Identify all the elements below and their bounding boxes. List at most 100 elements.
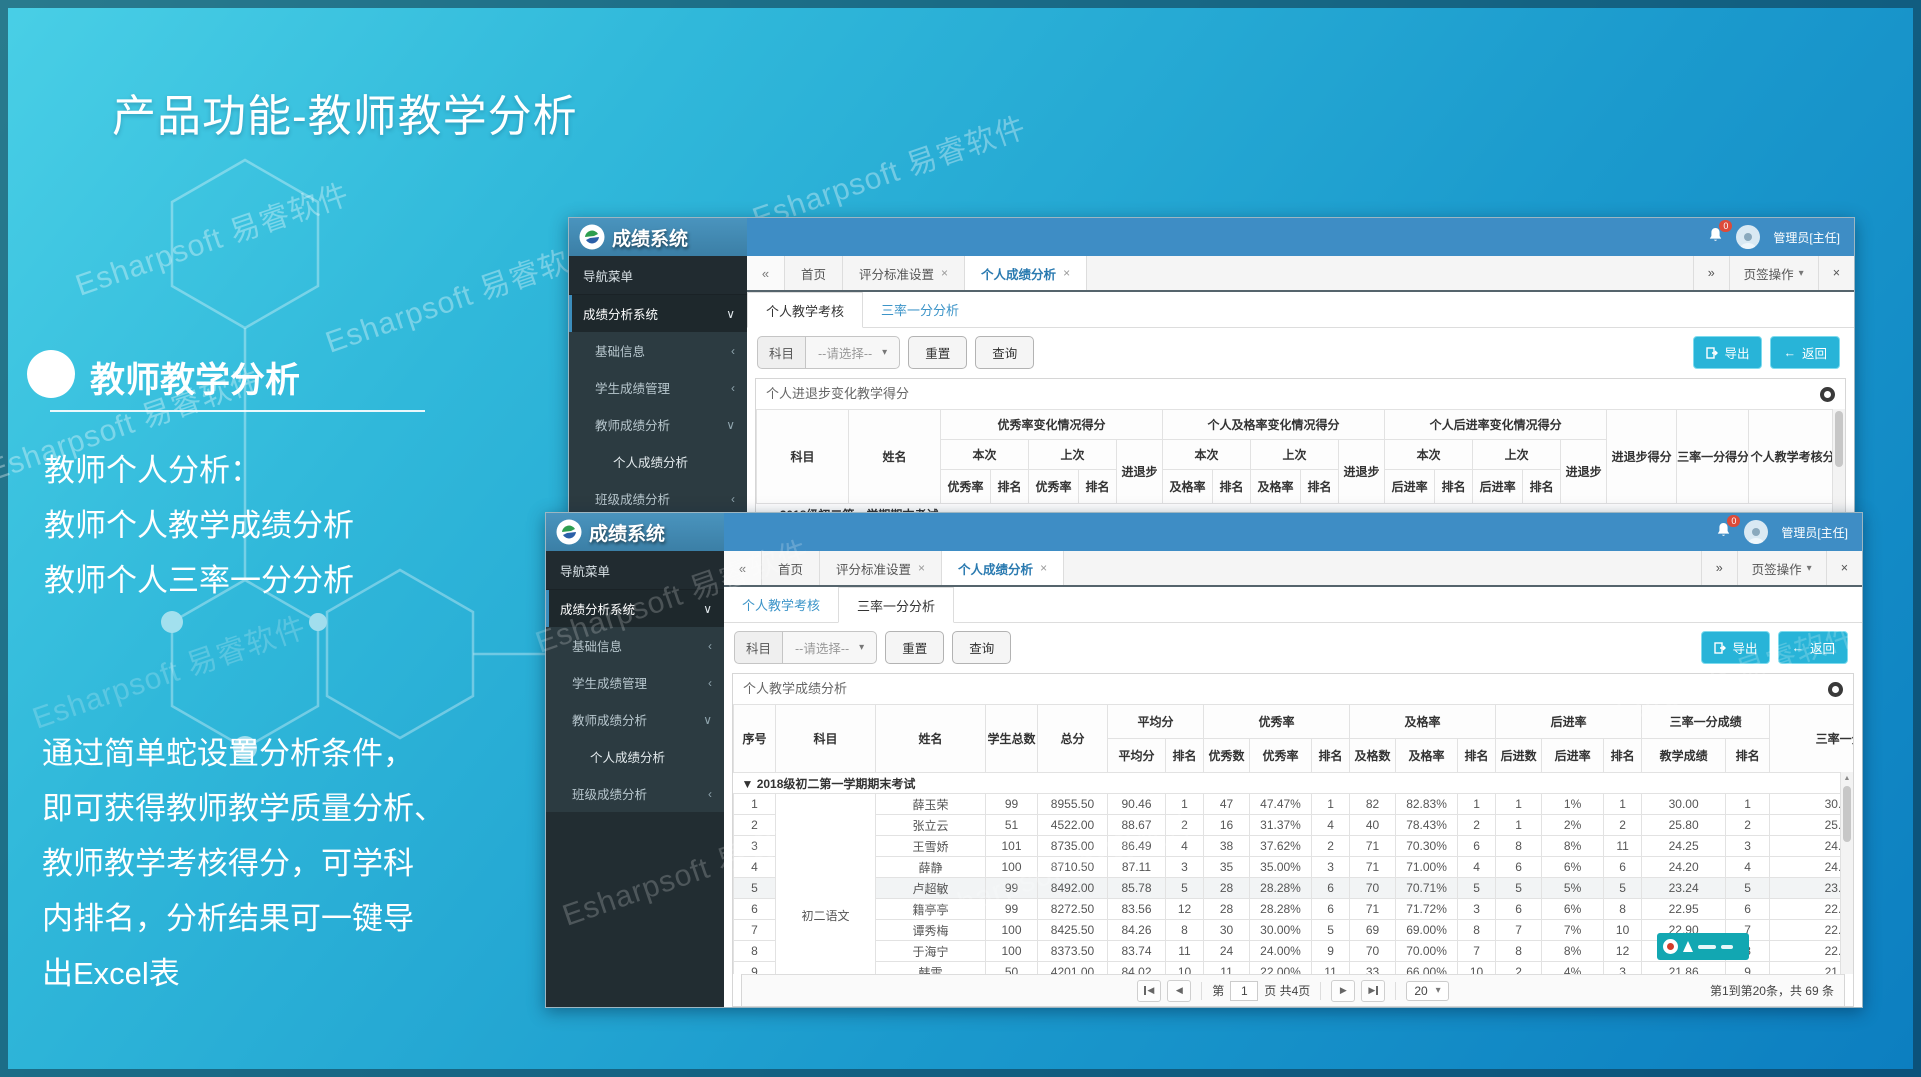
- sidebar-item[interactable]: 班级成绩分析‹: [569, 480, 747, 515]
- gear-icon[interactable]: [1828, 682, 1843, 697]
- tab-personal-score-analysis[interactable]: 个人成绩分析×: [942, 551, 1064, 585]
- export-label: 导出: [1732, 638, 1757, 657]
- table-row[interactable]: 3王雪娇1018735.0086.4943837.62%27170.30%688…: [734, 836, 1854, 857]
- fullscreen-icon[interactable]: ×: [1818, 256, 1854, 290]
- tab-label: 首页: [801, 264, 826, 283]
- table-cell: 85.78: [1108, 878, 1166, 899]
- tabs-scroll-left-icon[interactable]: «: [724, 551, 762, 585]
- user-name[interactable]: 管理员[主任]: [1773, 229, 1840, 246]
- chevron-down-icon: ∨: [726, 418, 735, 432]
- table-cell: 28.28%: [1250, 878, 1312, 899]
- table-cell: 1: [1496, 794, 1542, 815]
- sidebar-item[interactable]: 班级成绩分析‹: [546, 775, 724, 812]
- tab-personal-score-analysis[interactable]: 个人成绩分析×: [965, 256, 1087, 290]
- back-arrow-icon: ←: [1791, 641, 1804, 655]
- subject-select[interactable]: --请选择--▾: [782, 631, 877, 664]
- exam-group-row[interactable]: ▼ 2018级初二第一学期期末考试: [734, 773, 1854, 794]
- sidebar-item[interactable]: 基础信息‹: [569, 332, 747, 369]
- prev-page-button[interactable]: ◀: [1167, 980, 1191, 1002]
- table-cell: 37.62%: [1250, 836, 1312, 857]
- table-cell: 70.30%: [1396, 836, 1458, 857]
- sidebar-item[interactable]: 个人成绩分析: [569, 443, 747, 480]
- col-rank: 排名: [1312, 739, 1350, 773]
- gear-icon[interactable]: [1820, 387, 1835, 402]
- table-row[interactable]: 4薛静1008710.5087.1133535.00%37171.00%466%…: [734, 857, 1854, 878]
- panel-title: 个人进退步变化教学得分: [756, 379, 1845, 409]
- sidebar-item[interactable]: 教师成绩分析∨: [546, 701, 724, 738]
- last-page-button[interactable]: ▶: [1361, 980, 1385, 1002]
- close-icon[interactable]: ×: [1063, 266, 1070, 280]
- watermark-logo-badge: [1657, 933, 1749, 960]
- col-previous: 上次: [1251, 440, 1339, 470]
- navbar: 成绩系统 0 管理员[主任]: [546, 513, 1862, 551]
- reset-button[interactable]: 重置: [908, 336, 967, 369]
- toolbar-right: 导出 ←返回: [1701, 631, 1852, 664]
- subtab-personal-assessment[interactable]: 个人教学考核: [747, 292, 863, 328]
- tab-home[interactable]: 首页: [762, 551, 820, 585]
- tabs-scroll-right-icon[interactable]: »: [1701, 551, 1737, 585]
- table-cell: 1: [1726, 794, 1770, 815]
- close-icon[interactable]: ×: [918, 561, 925, 575]
- tab-operations-dropdown[interactable]: 页签操作▾: [1729, 256, 1818, 290]
- table-row[interactable]: 5卢超敏998492.0085.7852828.28%67070.71%555%…: [734, 878, 1854, 899]
- export-button[interactable]: 导出: [1701, 631, 1770, 664]
- sidebar-item[interactable]: 教师成绩分析∨: [569, 406, 747, 443]
- sidebar-item[interactable]: 成绩分析系统∨: [546, 590, 724, 627]
- subtab-three-rate-analysis[interactable]: 三率一分分析: [838, 587, 954, 623]
- sidebar-item[interactable]: 基础信息‹: [546, 627, 724, 664]
- app-logo[interactable]: 成绩系统: [569, 218, 747, 256]
- user-name[interactable]: 管理员[主任]: [1781, 524, 1848, 541]
- table-row[interactable]: 1初二语文薛玉荣998955.5090.4614747.47%18282.83%…: [734, 794, 1854, 815]
- app-logo[interactable]: 成绩系统: [546, 513, 724, 551]
- avatar[interactable]: [1744, 520, 1768, 544]
- sidebar-item[interactable]: 学生成绩管理‹: [546, 664, 724, 701]
- table-row[interactable]: 9韩雪504201.0084.02101122.00%113366.00%102…: [734, 962, 1854, 975]
- tab-scoring-standard[interactable]: 评分标准设置×: [820, 551, 942, 585]
- fullscreen-icon[interactable]: ×: [1826, 551, 1862, 585]
- tab-strip-right: » 页签操作▾ ×: [1693, 256, 1854, 290]
- watermark-text: Esharpsoft 易睿软件: [26, 603, 311, 738]
- table-row[interactable]: 6籍亭亭998272.5083.56122828.28%67171.72%366…: [734, 899, 1854, 920]
- table-cell: 3: [1726, 836, 1770, 857]
- next-page-button[interactable]: ▶: [1331, 980, 1355, 1002]
- tab-operations-dropdown[interactable]: 页签操作▾: [1737, 551, 1826, 585]
- export-button[interactable]: 导出: [1693, 336, 1762, 369]
- tabs-scroll-right-icon[interactable]: »: [1693, 256, 1729, 290]
- close-icon[interactable]: ×: [941, 266, 948, 280]
- notifications-button[interactable]: 0: [1716, 522, 1731, 543]
- close-icon[interactable]: ×: [1040, 561, 1047, 575]
- reset-button[interactable]: 重置: [885, 631, 944, 664]
- vertical-scrollbar[interactable]: ▲: [1840, 772, 1853, 974]
- col-excellent-count: 优秀数: [1204, 739, 1250, 773]
- back-button[interactable]: ←返回: [1770, 336, 1840, 369]
- col-rank: 排名: [1435, 470, 1473, 504]
- table-cell: 8%: [1542, 941, 1604, 962]
- page-label: 第: [1212, 982, 1224, 999]
- subtab-personal-assessment[interactable]: 个人教学考核: [724, 587, 838, 622]
- subject-select[interactable]: --请选择--▾: [805, 336, 900, 369]
- tab-scoring-standard[interactable]: 评分标准设置×: [843, 256, 965, 290]
- sidebar-item[interactable]: 成绩分析系统∨: [569, 295, 747, 332]
- query-button[interactable]: 查询: [952, 631, 1011, 664]
- tabs-scroll-left-icon[interactable]: «: [747, 256, 785, 290]
- page-number-input[interactable]: [1230, 981, 1258, 1001]
- scroll-up-icon[interactable]: ▲: [1841, 772, 1853, 785]
- table-row[interactable]: 2张立云514522.0088.6721631.37%44078.43%212%…: [734, 815, 1854, 836]
- table-cell: 8955.50: [1038, 794, 1108, 815]
- sidebar-item-label: 个人成绩分析: [613, 452, 735, 471]
- query-button[interactable]: 查询: [975, 336, 1034, 369]
- col-behind-rate: 后进率: [1542, 739, 1604, 773]
- col-rate: 及格率: [1251, 470, 1301, 504]
- avatar[interactable]: [1736, 225, 1760, 249]
- table-cell: 24: [1204, 941, 1250, 962]
- first-page-button[interactable]: ◀: [1137, 980, 1161, 1002]
- sidebar-item[interactable]: 学生成绩管理‹: [569, 369, 747, 406]
- notifications-button[interactable]: 0: [1708, 227, 1723, 248]
- tab-home[interactable]: 首页: [785, 256, 843, 290]
- page-size-select[interactable]: 20▾: [1406, 981, 1448, 1001]
- back-button[interactable]: ←返回: [1778, 631, 1848, 664]
- sidebar-item[interactable]: 个人成绩分析: [546, 738, 724, 775]
- col-exam-score: 个人教学考核分数: [1749, 410, 1845, 504]
- subtab-three-rate-analysis[interactable]: 三率一分分析: [863, 292, 977, 327]
- vertical-scrollbar[interactable]: [1832, 409, 1845, 513]
